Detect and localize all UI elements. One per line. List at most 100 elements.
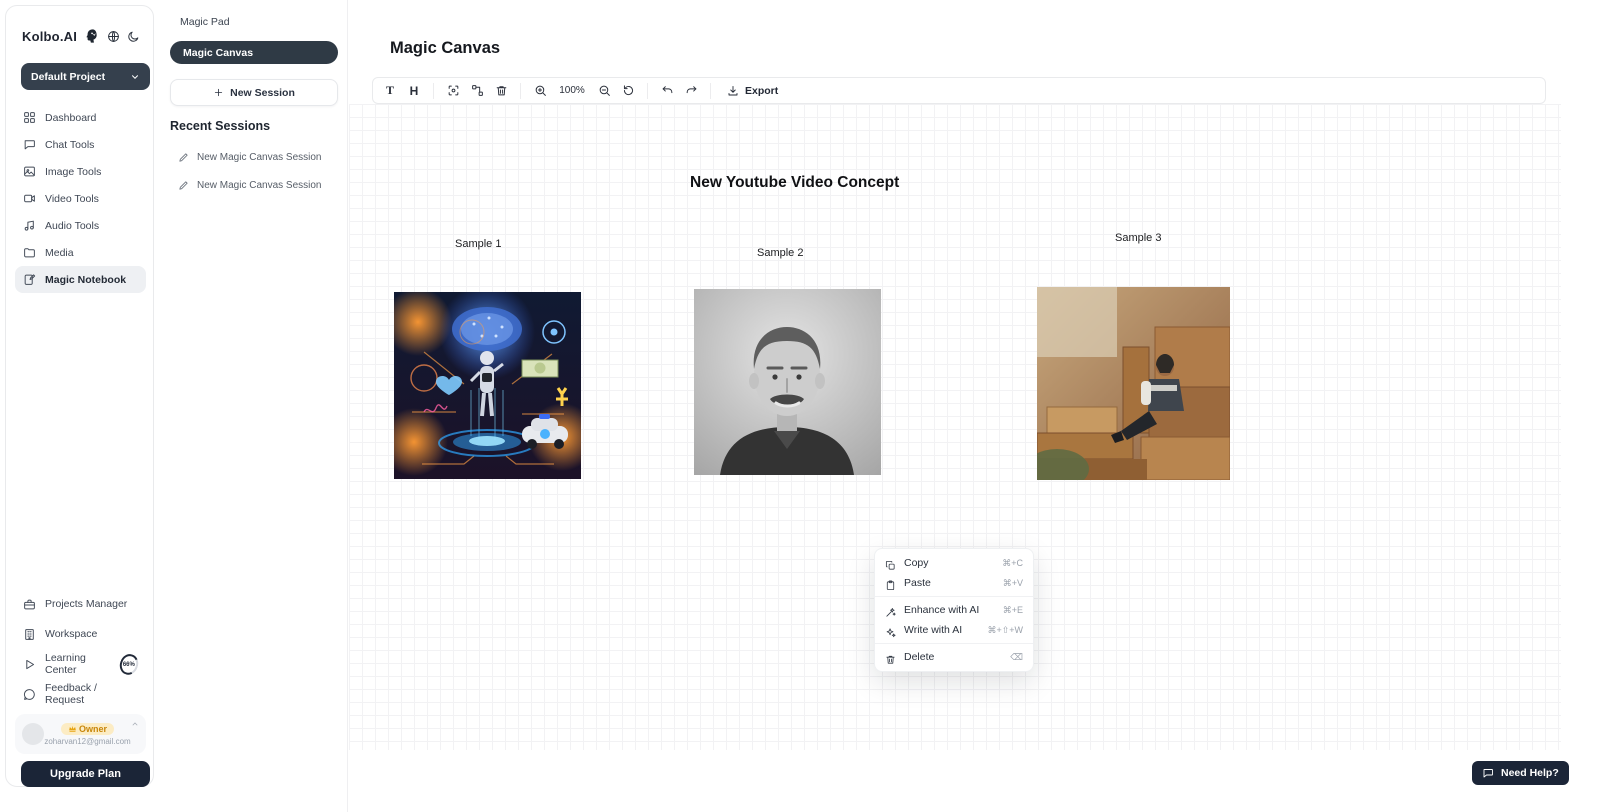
owner-badge: Owner	[61, 723, 114, 735]
select-area-tool-button[interactable]	[442, 80, 464, 101]
video-camera-icon	[23, 192, 36, 205]
shortcut-hint: ⌘+⇧+W	[987, 625, 1023, 636]
sidebar-item-label: Feedback / Request	[45, 682, 138, 706]
session-list-item[interactable]: New Magic Canvas Session	[178, 180, 338, 191]
briefcase-icon	[23, 598, 36, 611]
dashboard-icon	[23, 111, 36, 124]
sidebar-item-label: Video Tools	[45, 193, 99, 205]
sample-image-2[interactable]	[694, 289, 881, 475]
redo-icon	[685, 84, 698, 97]
sample-image-3[interactable]	[1037, 287, 1230, 480]
sidebar-item-label: Magic Notebook	[45, 274, 126, 286]
download-icon	[727, 85, 739, 97]
sidebar-item-feedback-request[interactable]: Feedback / Request	[15, 679, 146, 709]
connector-icon	[471, 84, 484, 97]
delete-tool-button[interactable]	[490, 80, 512, 101]
sidebar-item-chat-tools[interactable]: Chat Tools	[15, 131, 146, 158]
session-item-label: New Magic Canvas Session	[197, 180, 322, 191]
trash-icon	[885, 652, 896, 663]
chevron-down-icon	[130, 72, 140, 82]
media-folder-icon	[23, 246, 36, 259]
user-email: zoharvan12@gmail.com	[44, 737, 130, 746]
new-session-label: New Session	[230, 87, 295, 99]
image-icon	[23, 165, 36, 178]
recent-sessions-heading: Recent Sessions	[170, 119, 270, 133]
sidebar-item-video-tools[interactable]: Video Tools	[15, 185, 146, 212]
undo-icon	[661, 84, 674, 97]
sidebar-item-projects-manager[interactable]: Projects Manager	[15, 589, 146, 619]
sidebar-item-dashboard[interactable]: Dashboard	[15, 104, 146, 131]
paste-icon	[885, 578, 896, 589]
sample-1-label[interactable]: Sample 1	[455, 238, 501, 250]
new-session-button[interactable]: New Session	[170, 79, 338, 106]
shortcut-hint: ⌫	[1010, 652, 1023, 663]
upgrade-plan-button[interactable]: Upgrade Plan	[21, 761, 150, 787]
sidebar-item-label: Workspace	[45, 628, 97, 640]
sidebar-item-label: Chat Tools	[45, 139, 94, 151]
logo-row: Kolbo.AI	[22, 28, 142, 44]
feedback-chat-icon	[23, 688, 36, 701]
sidebar-item-audio-tools[interactable]: Audio Tools	[15, 212, 146, 239]
context-menu-item-paste[interactable]: Paste ⌘+V	[875, 573, 1033, 593]
canvas-toolbar: T H 100% Export	[372, 77, 1546, 104]
sample-3-label[interactable]: Sample 3	[1115, 232, 1161, 244]
sidebar-item-magic-notebook[interactable]: Magic Notebook	[15, 266, 146, 293]
magic-wand-icon	[885, 605, 896, 616]
chip-chevron-icon	[131, 720, 139, 728]
context-menu: Copy ⌘+C Paste ⌘+V Enhance with AI ⌘+E W…	[874, 548, 1034, 672]
canvas-title-text[interactable]: New Youtube Video Concept	[690, 174, 899, 192]
shortcut-hint: ⌘+V	[1003, 578, 1023, 589]
sidebar-nav: Dashboard Chat Tools Image Tools Video T…	[15, 104, 146, 293]
zoom-out-icon	[598, 84, 611, 97]
music-note-icon	[23, 219, 36, 232]
context-menu-item-enhance-with-ai[interactable]: Enhance with AI ⌘+E	[875, 600, 1033, 620]
project-selector-label: Default Project	[31, 71, 105, 83]
zoom-in-button[interactable]	[529, 80, 551, 101]
text-tool-button[interactable]: T	[379, 80, 401, 101]
magic-notebook-icon	[23, 273, 36, 286]
sidebar-item-workspace[interactable]: Workspace	[15, 619, 146, 649]
context-menu-item-delete[interactable]: Delete ⌫	[875, 647, 1033, 667]
pencil-icon	[178, 180, 189, 191]
dark-mode-moon-icon[interactable]	[127, 30, 140, 43]
reset-view-button[interactable]	[617, 80, 639, 101]
context-menu-item-copy[interactable]: Copy ⌘+C	[875, 553, 1033, 573]
session-list-item[interactable]: New Magic Canvas Session	[178, 152, 338, 163]
sidebar-item-label: Learning Center	[45, 652, 109, 676]
need-help-label: Need Help?	[1501, 767, 1559, 779]
menu-divider	[875, 643, 1033, 644]
magic-canvas-surface[interactable]: New Youtube Video Concept Sample 1 Sampl…	[349, 104, 1561, 750]
redo-button[interactable]	[680, 80, 702, 101]
nav-item-magic-pad[interactable]: Magic Pad	[180, 16, 230, 28]
language-globe-icon[interactable]	[107, 30, 120, 43]
toolbar-divider	[520, 83, 521, 99]
project-selector[interactable]: Default Project	[21, 63, 150, 90]
nav-item-magic-canvas[interactable]: Magic Canvas	[170, 41, 338, 64]
export-label: Export	[745, 85, 778, 97]
session-panel: Magic Pad Magic Canvas New Session Recen…	[155, 0, 348, 812]
pencil-icon	[178, 152, 189, 163]
select-scan-icon	[447, 84, 460, 97]
user-info: Owner zoharvan12@gmail.com	[51, 723, 124, 746]
sidebar-item-learning-center[interactable]: Learning Center 66%	[15, 649, 146, 679]
context-menu-item-write-with-ai[interactable]: Write with AI ⌘+⇧+W	[875, 620, 1033, 640]
sidebar-item-label: Audio Tools	[45, 220, 99, 232]
undo-button[interactable]	[656, 80, 678, 101]
sidebar-item-image-tools[interactable]: Image Tools	[15, 158, 146, 185]
sidebar-bottom-nav: Projects Manager Workspace Learning Cent…	[15, 589, 146, 709]
sample-2-label[interactable]: Sample 2	[757, 247, 803, 259]
zoom-in-icon	[534, 84, 547, 97]
sample-image-1[interactable]	[394, 292, 581, 479]
export-button[interactable]: Export	[719, 80, 786, 101]
zoom-out-button[interactable]	[593, 80, 615, 101]
play-icon	[23, 658, 36, 671]
crown-icon	[68, 724, 77, 733]
heading-tool-button[interactable]: H	[403, 80, 425, 101]
menu-divider	[875, 596, 1033, 597]
toolbar-divider	[433, 83, 434, 99]
building-icon	[23, 628, 36, 641]
sidebar-item-media[interactable]: Media	[15, 239, 146, 266]
need-help-button[interactable]: Need Help?	[1472, 761, 1569, 785]
connector-tool-button[interactable]	[466, 80, 488, 101]
user-account-chip[interactable]: Owner zoharvan12@gmail.com	[15, 714, 146, 754]
